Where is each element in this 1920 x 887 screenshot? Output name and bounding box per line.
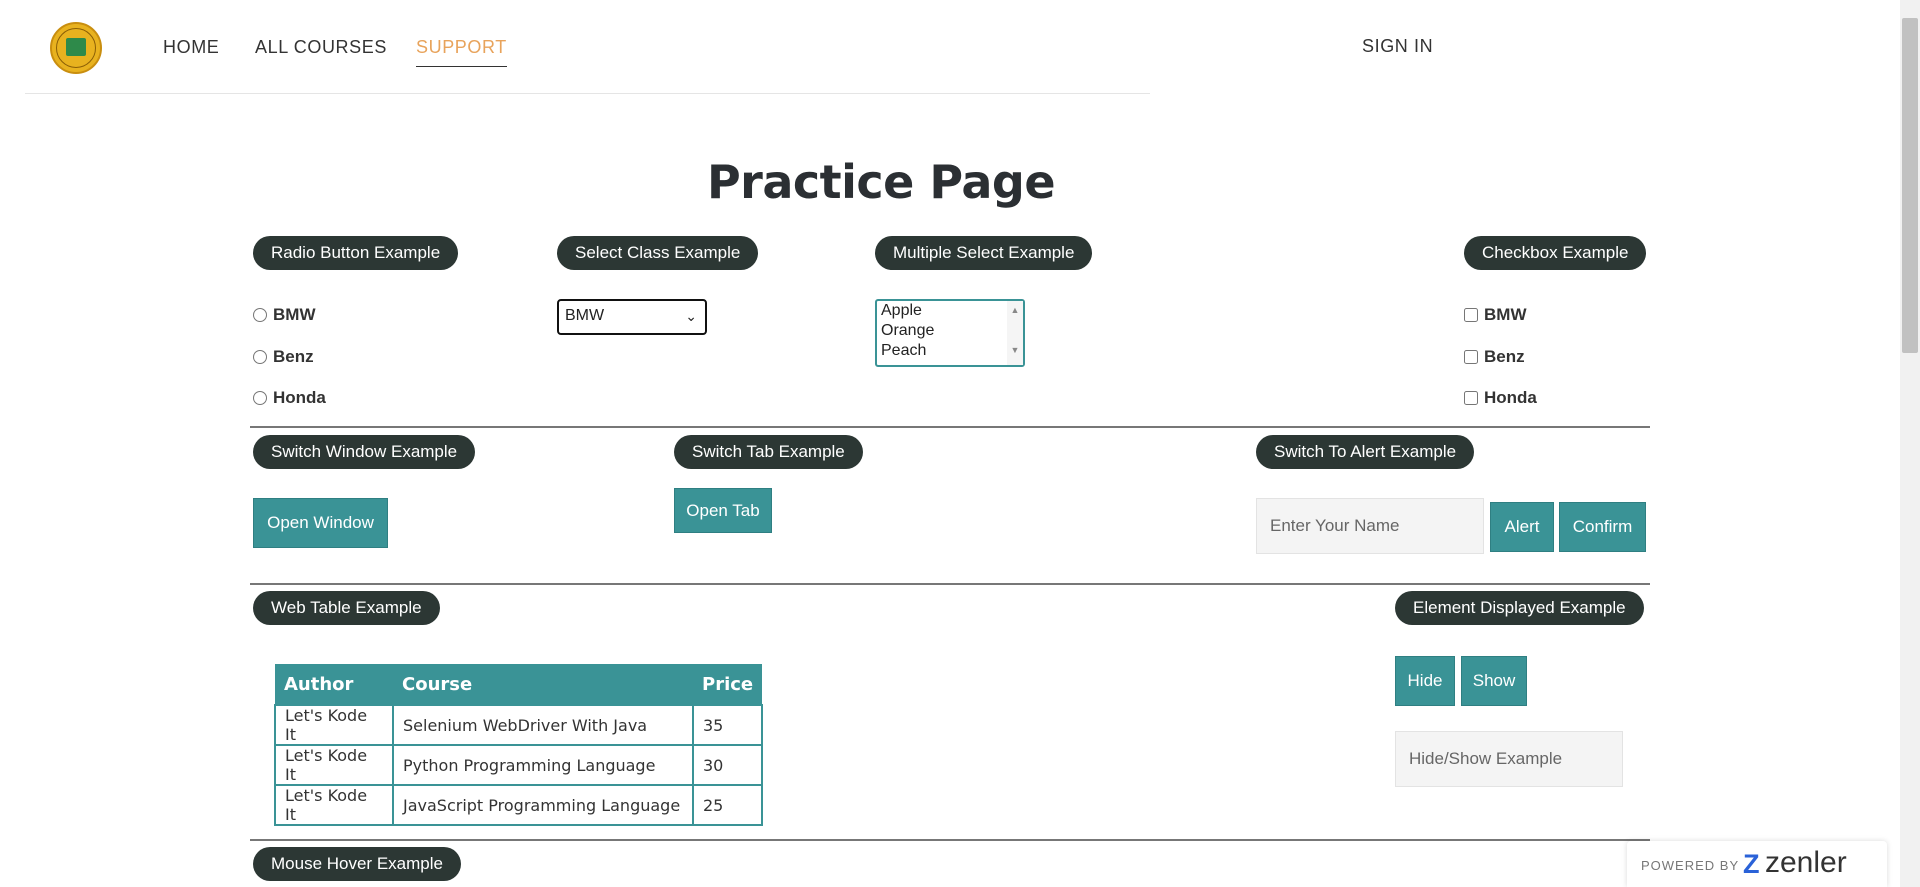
zenler-logo-text: zenler (1765, 846, 1847, 879)
checkbox-honda[interactable]: Honda (1464, 388, 1537, 408)
radio-section-title: Radio Button Example (253, 236, 459, 270)
powered-by-badge[interactable]: POWERED BY Z zenler (1627, 841, 1887, 887)
alert-section-title: Switch To Alert Example (1256, 435, 1475, 469)
checkbox-input-bmw[interactable] (1464, 308, 1478, 322)
radio-input-bmw[interactable] (253, 308, 267, 322)
web-table-section-title: Web Table Example (253, 591, 440, 625)
nav-all-courses[interactable]: ALL COURSES (255, 37, 387, 58)
alert-button[interactable]: Alert (1490, 502, 1554, 552)
courses-table: Author Course Price Let's Kode It Seleni… (274, 664, 764, 826)
element-displayed-section-title: Element Displayed Example (1395, 591, 1644, 625)
checkbox-label: Benz (1484, 347, 1525, 366)
header-divider (25, 93, 1150, 94)
checkbox-section-title: Checkbox Example (1464, 236, 1647, 270)
name-input[interactable]: Enter Your Name (1256, 498, 1484, 554)
scroll-down-icon: ▼ (1010, 345, 1020, 355)
switch-tab-section-title: Switch Tab Example (674, 435, 863, 469)
checkbox-input-benz[interactable] (1464, 350, 1478, 364)
sign-in-link[interactable]: SIGN IN (1362, 36, 1433, 57)
multiselect-option[interactable]: Peach (877, 341, 1023, 361)
car-select[interactable]: BMW ⌄ (557, 299, 707, 335)
checkbox-label: BMW (1484, 305, 1527, 324)
radio-label: Benz (273, 347, 314, 366)
zenler-z-icon: Z (1743, 849, 1760, 879)
table-cell: Selenium WebDriver With Java (392, 704, 694, 746)
hide-show-input[interactable]: Hide/Show Example (1395, 731, 1623, 787)
open-tab-button[interactable]: Open Tab (674, 488, 772, 533)
table-header-cell: Price (693, 664, 763, 705)
multiselect-section-title: Multiple Select Example (875, 236, 1093, 270)
multiselect-scrollbar[interactable]: ▲ ▼ (1007, 301, 1023, 365)
open-window-button[interactable]: Open Window (253, 498, 388, 548)
section-divider (250, 426, 1650, 428)
select-value: BMW (565, 307, 605, 324)
table-header-cell: Author (275, 664, 393, 705)
fruit-multiselect[interactable]: Apple Orange Peach ▲ ▼ (875, 299, 1025, 367)
table-row: Let's Kode It Python Programming Languag… (274, 744, 764, 786)
checkbox-input-honda[interactable] (1464, 391, 1478, 405)
checkbox-benz[interactable]: Benz (1464, 347, 1525, 367)
confirm-button[interactable]: Confirm (1559, 502, 1646, 552)
scroll-up-icon: ▲ (1010, 305, 1020, 315)
show-button[interactable]: Show (1461, 656, 1527, 706)
table-cell: 35 (691, 704, 764, 746)
table-cell: Python Programming Language (392, 744, 694, 786)
switch-window-section-title: Switch Window Example (253, 435, 476, 469)
table-cell: Let's Kode It (274, 704, 394, 746)
table-cell: 30 (691, 744, 764, 786)
hide-button[interactable]: Hide (1395, 656, 1455, 706)
powered-by-label: POWERED BY (1641, 858, 1740, 873)
multiselect-option[interactable]: Apple (877, 301, 1023, 321)
section-divider (250, 583, 1650, 585)
table-row: Let's Kode It JavaScript Programming Lan… (274, 784, 764, 826)
radio-honda[interactable]: Honda (253, 388, 326, 408)
table-row: Let's Kode It Selenium WebDriver With Ja… (274, 704, 764, 746)
multiselect-option[interactable]: Orange (877, 321, 1023, 341)
checkbox-bmw[interactable]: BMW (1464, 305, 1526, 325)
table-cell: Let's Kode It (274, 784, 394, 826)
radio-bmw[interactable]: BMW (253, 305, 315, 325)
table-cell: 25 (691, 784, 764, 826)
radio-label: Honda (273, 388, 326, 407)
table-header-row: Author Course Price (275, 664, 763, 705)
select-section-title: Select Class Example (557, 236, 759, 270)
chevron-down-icon: ⌄ (685, 308, 697, 324)
table-cell: JavaScript Programming Language (392, 784, 694, 826)
mouse-hover-section-title: Mouse Hover Example (253, 847, 461, 881)
radio-benz[interactable]: Benz (253, 347, 314, 367)
section-divider (250, 839, 1650, 841)
scrollbar-thumb[interactable] (1902, 18, 1918, 353)
radio-label: BMW (273, 305, 316, 324)
page-title: Practice Page (706, 155, 1056, 209)
table-cell: Let's Kode It (274, 744, 394, 786)
radio-input-honda[interactable] (253, 391, 267, 405)
nav-home[interactable]: HOME (163, 37, 219, 58)
radio-input-benz[interactable] (253, 350, 267, 364)
checkbox-label: Honda (1484, 388, 1537, 407)
nav-support[interactable]: SUPPORT (416, 37, 507, 67)
table-header-cell: Course (393, 664, 693, 705)
site-logo[interactable] (50, 22, 102, 74)
